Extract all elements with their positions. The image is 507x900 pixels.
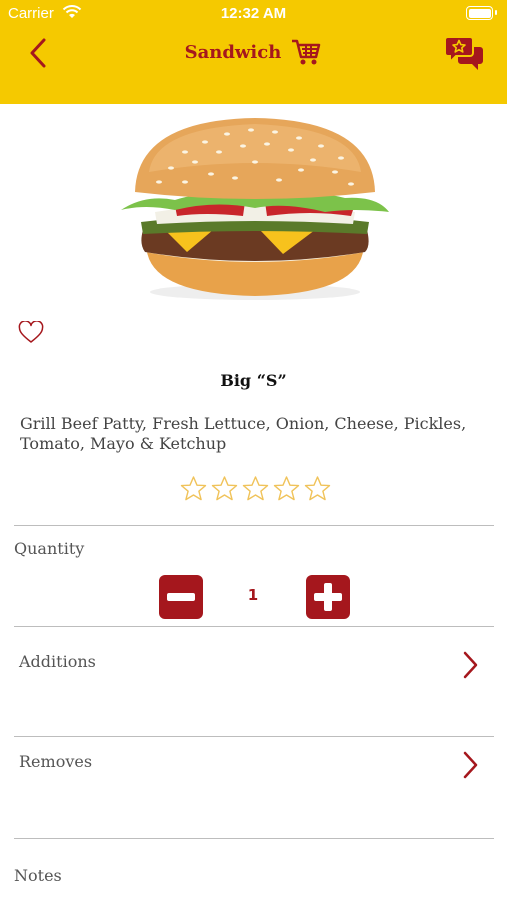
favorite-heart-icon[interactable] bbox=[18, 321, 44, 345]
additions-label[interactable]: Additions bbox=[19, 652, 96, 671]
star-icon[interactable] bbox=[302, 474, 333, 504]
divider bbox=[14, 838, 494, 839]
cart-icon bbox=[292, 39, 321, 65]
divider bbox=[14, 736, 494, 737]
increase-quantity-button[interactable] bbox=[306, 575, 350, 619]
quantity-value: 1 bbox=[247, 586, 259, 604]
header-title-group: Sandwich bbox=[0, 38, 507, 66]
removes-label[interactable]: Removes bbox=[19, 752, 92, 771]
star-icon[interactable] bbox=[271, 474, 302, 504]
star-icon[interactable] bbox=[240, 474, 271, 504]
page-title: Sandwich bbox=[184, 41, 282, 63]
chat-star-icon[interactable] bbox=[444, 35, 484, 71]
divider bbox=[14, 626, 494, 627]
status-bar: Carrier 12:32 AM bbox=[0, 0, 507, 28]
chevron-right-icon[interactable] bbox=[460, 750, 480, 780]
status-time: 12:32 AM bbox=[220, 5, 287, 22]
rating-stars bbox=[178, 474, 333, 504]
notes-label: Notes bbox=[14, 866, 62, 885]
header-bar: Carrier 12:32 AM Sandwich bbox=[0, 0, 507, 104]
burger-image bbox=[121, 118, 389, 300]
divider bbox=[14, 525, 494, 526]
star-icon[interactable] bbox=[178, 474, 209, 504]
decrease-quantity-button[interactable] bbox=[159, 575, 203, 619]
star-icon[interactable] bbox=[209, 474, 240, 504]
chevron-right-icon[interactable] bbox=[460, 650, 480, 680]
product-description: Grill Beef Patty, Fresh Lettuce, Onion, … bbox=[20, 414, 467, 453]
quantity-label: Quantity bbox=[14, 539, 85, 558]
battery-icon bbox=[466, 6, 497, 20]
product-name: Big “S” bbox=[220, 371, 287, 390]
